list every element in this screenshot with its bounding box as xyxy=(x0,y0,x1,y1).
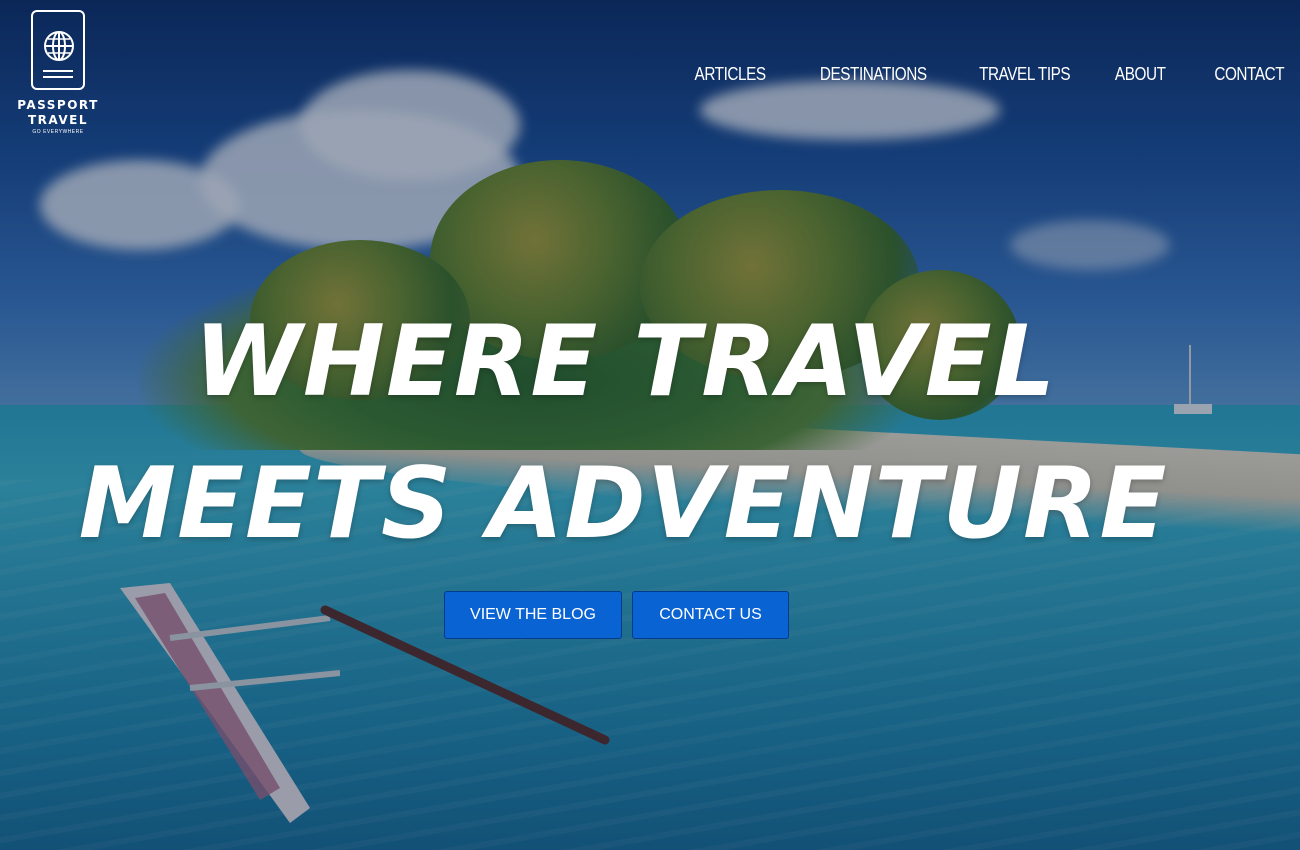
logo-tagline: GO EVERYWHERE xyxy=(32,129,84,135)
nav-destinations[interactable]: DESTINATIONS xyxy=(820,64,927,85)
hero-headline-line2: MEETS ADVENTURE xyxy=(78,447,1168,561)
main-nav: ARTICLES DESTINATIONS TRAVEL TIPS ABOUT … xyxy=(682,64,1284,85)
nav-about[interactable]: ABOUT xyxy=(1115,64,1166,85)
passport-globe-icon xyxy=(31,10,85,90)
hero-headline-line1: WHERE TRAVEL xyxy=(193,305,1057,419)
contact-us-button[interactable]: CONTACT US xyxy=(632,591,789,639)
view-blog-button[interactable]: VIEW THE BLOG xyxy=(444,591,622,639)
nav-articles[interactable]: ARTICLES xyxy=(694,64,766,85)
nav-travel-tips[interactable]: TRAVEL TIPS xyxy=(979,64,1071,85)
logo-brand-line2: TRAVEL xyxy=(27,113,89,127)
hero-background xyxy=(0,0,1300,850)
site-logo[interactable]: PASSPORT TRAVEL GO EVERYWHERE xyxy=(14,10,102,136)
dark-overlay xyxy=(0,0,1300,850)
nav-contact[interactable]: CONTACT xyxy=(1214,64,1284,85)
hero-buttons: VIEW THE BLOG CONTACT US xyxy=(444,591,789,639)
logo-brand-line1: PASSPORT xyxy=(17,98,99,112)
